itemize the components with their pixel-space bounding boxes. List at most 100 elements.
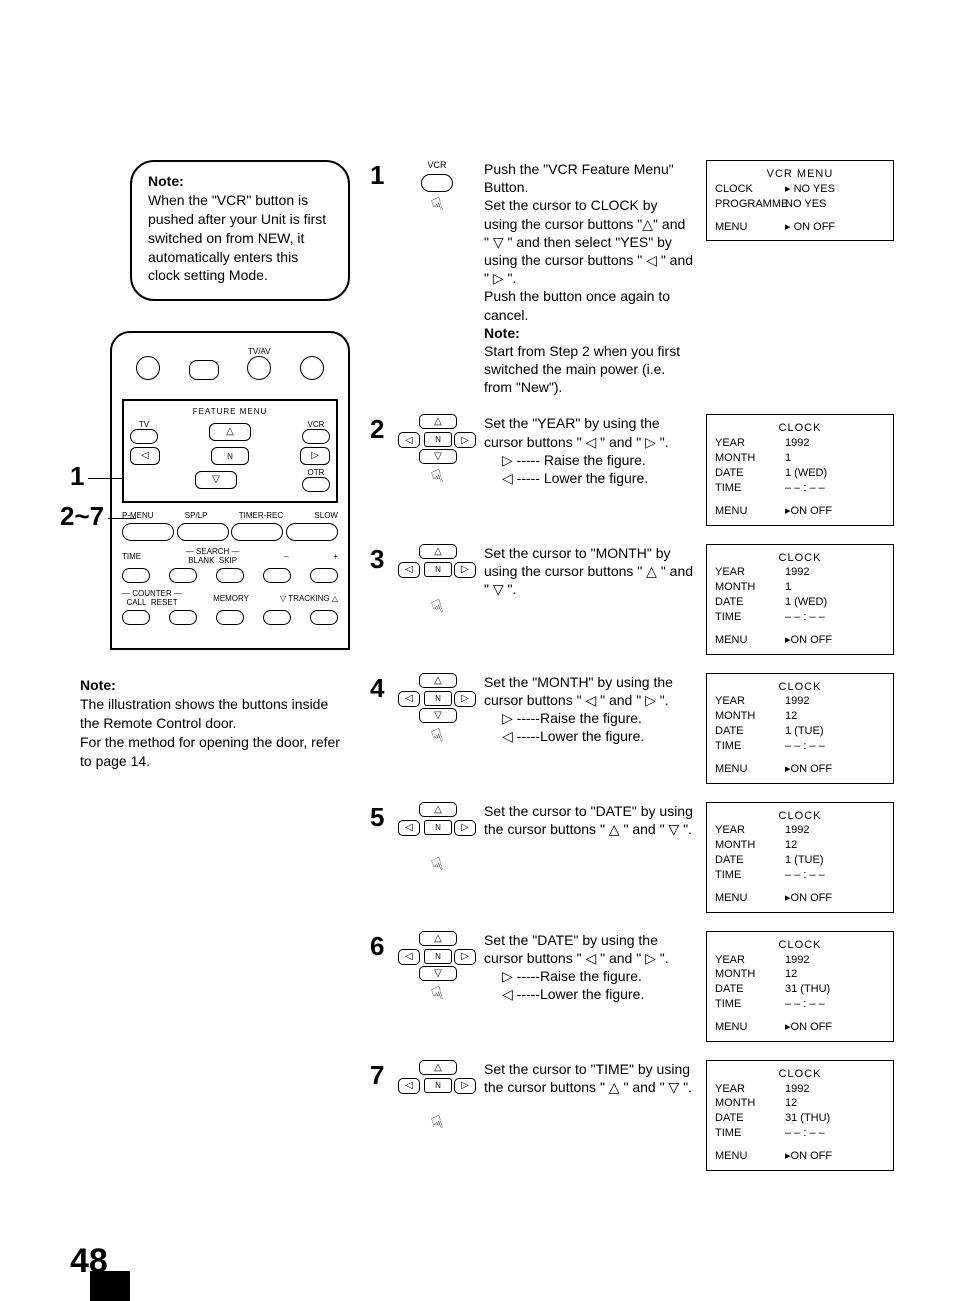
power-icon <box>136 356 160 383</box>
timerrec-label: TIMER-REC <box>239 511 283 520</box>
cursor-down-icon: ▽ <box>195 471 237 489</box>
hand-icon: ☟ <box>428 853 445 876</box>
otr-button: OTR <box>302 468 330 492</box>
remote-row-5: — COUNTER —CALL RESET MEMORY ▽ TRACKING … <box>122 589 338 625</box>
hand-icon: ☟ <box>428 194 445 217</box>
step-6-icon: △◁ N ▷▽ ☟ <box>402 931 472 1005</box>
step-2-num: 2 <box>370 414 390 445</box>
step-5-num: 5 <box>370 802 390 833</box>
mute-icon <box>300 356 324 383</box>
callout-2-7: 2~7 <box>60 501 136 532</box>
osd-clock-2: CLOCK YEAR1992 MONTH1 DATE1 (WED) TIME– … <box>706 414 894 525</box>
cursor-pad-icon: △ ◁ N ▷ ▽ <box>404 414 470 464</box>
top-note-box: Note: When the "VCR" button is pushed af… <box>130 160 350 301</box>
step-4-text: Set the "MONTH" by using the cursor butt… <box>484 673 694 746</box>
cursor-up-icon: △ <box>419 414 457 429</box>
step-5-icon: △◁ N ▷ ☟ <box>402 802 472 876</box>
left-column: Note: When the "VCR" button is pushed af… <box>70 160 350 1189</box>
right-column: 1 VCR ☟ Push the "VCR Feature Menu" Butt… <box>370 160 894 1189</box>
osd-clock-6: CLOCK YEAR1992 MONTH12 DATE31 (THU) TIME… <box>706 931 894 1042</box>
content-columns: Note: When the "VCR" button is pushed af… <box>70 160 894 1189</box>
step-1-text: Push the "VCR Feature Menu" Button. Set … <box>484 160 694 396</box>
lower-note-l1: The illustration shows the buttons insid… <box>80 696 328 731</box>
step-2-icon: △ ◁ N ▷ ▽ ☟ <box>402 414 472 488</box>
lower-note: Note: The illustration shows the buttons… <box>80 676 350 770</box>
page-tab <box>90 1271 130 1301</box>
lower-note-l2: For the method for opening the door, ref… <box>80 734 340 769</box>
cursor-pad-icon: △◁ N ▷ <box>404 802 470 852</box>
step-7-num: 7 <box>370 1060 390 1091</box>
remote-row-4: TIME — SEARCH —BLANK SKIP –+ <box>122 547 338 583</box>
cursor-pad-icon: △◁ N ▷▽ <box>404 673 470 723</box>
slow-label: SLOW <box>314 511 338 520</box>
step-3: 3 △◁ N ▷ ☟ Set the cursor to "MONTH" by … <box>370 544 894 655</box>
plus-button <box>310 568 338 583</box>
splp-label: SP/LP <box>185 511 208 520</box>
hand-icon: ☟ <box>428 724 445 747</box>
time-button <box>122 568 150 583</box>
cursor-left-icon: ◁ <box>398 432 420 448</box>
remote-illustration: 1 2~7 TV/AV F <box>110 331 350 650</box>
hand-icon: ☟ <box>428 595 445 618</box>
tracking-down-button <box>263 610 291 625</box>
step-7-text: Set the cursor to "TIME" by using the cu… <box>484 1060 694 1096</box>
callout-1: 1 <box>70 461 122 492</box>
step-1-icon: VCR ☟ <box>402 160 472 216</box>
step-2-text: Set the "YEAR" by using the cursor butto… <box>484 414 694 487</box>
osd-clock-5: CLOCK YEAR1992 MONTH12 DATE1 (TUE) TIME–… <box>706 802 894 913</box>
tvav-button: TV/AV <box>247 347 271 383</box>
note-heading: Note: <box>148 173 184 189</box>
minus-button <box>263 568 291 583</box>
cursor-pad-icon: △◁ N ▷ <box>404 544 470 594</box>
osd-clock-3: CLOCK YEAR1992 MONTH1 DATE1 (WED) TIME– … <box>706 544 894 655</box>
cursor-pad-icon: △◁ N ▷▽ <box>404 931 470 981</box>
skip-button <box>216 568 244 583</box>
step-4: 4 △◁ N ▷▽ ☟ Set the "MONTH" by using the… <box>370 673 894 784</box>
step-2: 2 △ ◁ N ▷ ▽ ☟ Set the "YEAR" by using th… <box>370 414 894 525</box>
tracking-up-button <box>310 610 338 625</box>
hand-icon: ☟ <box>428 1112 445 1135</box>
feature-menu-panel: FEATURE MENU TV △ VCR ◁ N ▷ <box>122 399 338 503</box>
osd-vcr-menu: VCR MENU CLOCK▸ NO YES PROGRAMME NO YES … <box>706 160 894 241</box>
cursor-up-icon: △ <box>209 423 251 441</box>
hand-icon: ☟ <box>428 466 445 489</box>
cursor-left-icon: ◁ <box>130 447 160 465</box>
feature-menu-label: FEATURE MENU <box>130 407 330 416</box>
step-4-icon: △◁ N ▷▽ ☟ <box>402 673 472 747</box>
osd-clock-7: CLOCK YEAR1992 MONTH12 DATE31 (THU) TIME… <box>706 1060 894 1171</box>
tracking-label: ▽ TRACKING △ <box>280 594 338 603</box>
step-1-num: 1 <box>370 160 390 191</box>
vcr-feature-button-icon <box>421 174 453 192</box>
memory-button <box>216 610 244 625</box>
step-3-num: 3 <box>370 544 390 575</box>
slow-button <box>286 523 338 541</box>
hand-icon: ☟ <box>428 982 445 1005</box>
step-5-text: Set the cursor to "DATE" by using the cu… <box>484 802 694 838</box>
note-body: When the "VCR" button is pushed after yo… <box>148 192 326 284</box>
osd-clock-4: CLOCK YEAR1992 MONTH12 DATE1 (TUE) TIME–… <box>706 673 894 784</box>
cursor-pad-icon: △◁ N ▷ <box>404 1060 470 1110</box>
cursor-right-icon: ▷ <box>300 447 330 465</box>
step-5: 5 △◁ N ▷ ☟ Set the cursor to "DATE" by u… <box>370 802 894 913</box>
step-3-text: Set the cursor to "MONTH" by using the c… <box>484 544 694 599</box>
step-3-icon: △◁ N ▷ ☟ <box>402 544 472 618</box>
memory-label: MEMORY <box>213 594 249 603</box>
step-7: 7 △◁ N ▷ ☟ Set the cursor to "TIME" by u… <box>370 1060 894 1171</box>
eject-icon <box>189 360 219 383</box>
tv-button: TV <box>130 420 158 444</box>
blank-button <box>169 568 197 583</box>
time-label: TIME <box>122 552 141 561</box>
lower-note-heading: Note: <box>80 677 116 693</box>
remote-row-3: P-MENU SP/LP TIMER-REC SLOW <box>122 511 338 541</box>
splp-button <box>177 523 229 541</box>
n-button: N <box>211 447 249 465</box>
cursor-n-icon: N <box>424 432 452 447</box>
timerrec-button <box>231 523 283 541</box>
step-1: 1 VCR ☟ Push the "VCR Feature Menu" Butt… <box>370 160 894 396</box>
step-6-text: Set the "DATE" by using the cursor butto… <box>484 931 694 1004</box>
remote-top-row: TV/AV <box>122 347 338 383</box>
remote: TV/AV FEATURE MENU TV △ VCR ◁ <box>110 331 350 650</box>
reset-button <box>169 610 197 625</box>
vcr-button: VCR <box>302 420 330 444</box>
cursor-down-icon: ▽ <box>419 449 457 464</box>
